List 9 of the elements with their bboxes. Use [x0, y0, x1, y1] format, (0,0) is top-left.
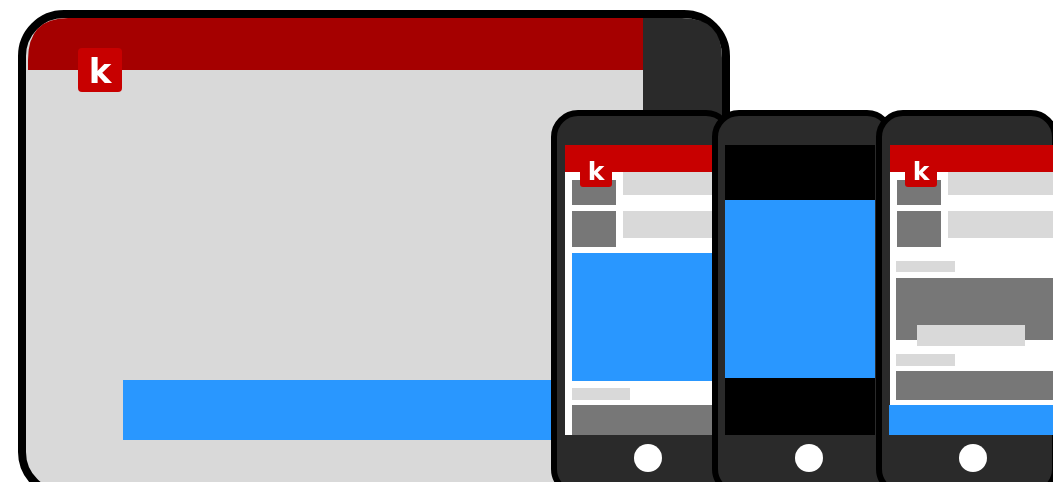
- image-placeholder: [572, 211, 616, 247]
- home-button[interactable]: [959, 444, 987, 472]
- image-placeholder: [897, 211, 941, 247]
- home-button[interactable]: [634, 444, 662, 472]
- logo: k: [78, 48, 122, 92]
- text-placeholder: [572, 388, 630, 400]
- text-placeholder: [896, 354, 955, 366]
- text-placeholder: [896, 261, 955, 272]
- home-button[interactable]: [795, 444, 823, 472]
